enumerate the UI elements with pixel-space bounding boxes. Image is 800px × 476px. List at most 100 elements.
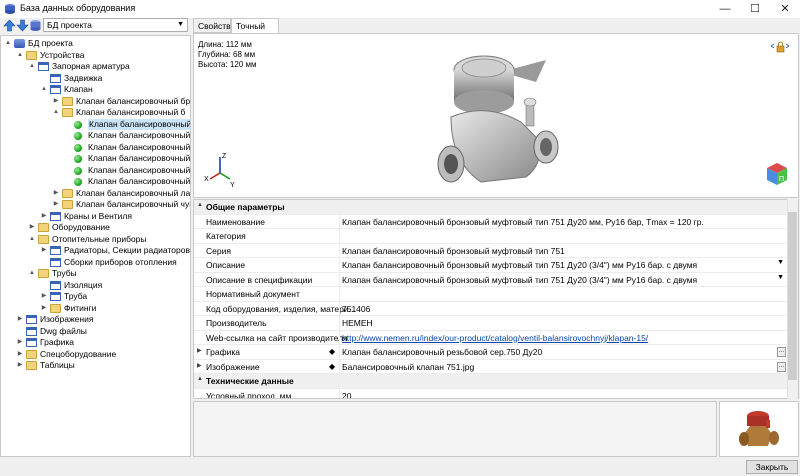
tree-item-label: БД проекта	[28, 38, 73, 48]
column-divider	[339, 287, 340, 301]
collapsed-toggle-icon[interactable]: ▶	[52, 96, 60, 107]
collapsed-toggle-icon[interactable]: ▶	[197, 362, 202, 369]
column-divider	[339, 345, 340, 359]
equipment-tree[interactable]: ▲ БД проекта ▲ Устройства ▲ Запорная арматура…	[0, 35, 191, 457]
browse-button[interactable]: ...	[777, 347, 786, 357]
arrow-down-icon[interactable]	[16, 19, 29, 32]
chevron-down-icon[interactable]: ▼	[777, 259, 784, 266]
property-row[interactable]: ▶ Изображение ◆ Балансировочный клапан 751.…	[194, 359, 788, 374]
collapsed-toggle-icon[interactable]: ▶	[16, 349, 24, 360]
tree-item-label: Dwg файлы	[40, 325, 87, 336]
column-divider	[339, 243, 340, 258]
property-row[interactable]: Web-ссылка на сайт производителя http://w…	[194, 330, 788, 345]
property-row[interactable]: Серия Клапан балансировочный бронзовый му…	[194, 243, 788, 258]
maximize-button[interactable]: ☐	[740, 0, 770, 18]
folder-icon	[38, 234, 49, 244]
chevron-down-icon: ▼	[177, 21, 184, 28]
table-icon	[50, 292, 61, 301]
manufacturer-link[interactable]: http://www.nemen.ru/index/our-product/ca…	[342, 333, 648, 343]
table-icon	[50, 257, 61, 267]
tree-item-label: Спецоборудование	[40, 348, 117, 359]
collapsed-toggle-icon[interactable]: ▶	[40, 211, 48, 222]
collapsed-toggle-icon[interactable]: ▶	[197, 347, 202, 354]
expanded-toggle-icon[interactable]: ▲	[28, 268, 36, 279]
property-row[interactable]: Нормативный документ	[194, 287, 788, 302]
item-dot-icon	[74, 132, 82, 140]
browse-button[interactable]: ...	[777, 361, 786, 372]
database-icon[interactable]	[29, 19, 42, 32]
expanded-toggle-icon[interactable]: ▲	[197, 376, 203, 382]
collapsed-toggle-icon[interactable]: ▶	[40, 303, 48, 314]
tree-item-label: Клапан балансировочный б	[88, 176, 191, 186]
3d-viewer[interactable]: Длина: 112 мм Глубина: 68 мм Высота: 120…	[193, 33, 799, 198]
property-value: Клапан балансировочный резьбовой сер.750…	[342, 347, 543, 357]
axis-z-label: Z	[222, 153, 227, 160]
expanded-toggle-icon[interactable]: ▲	[52, 107, 60, 118]
expanded-toggle-icon[interactable]: ▲	[197, 202, 203, 208]
property-value: Клапан балансировочный бронзовый муфтовы…	[342, 216, 704, 227]
tree-item-label: Изоляция	[64, 279, 103, 290]
column-divider	[339, 301, 340, 316]
property-row[interactable]: Описание в спецификации Клапан балансиров…	[194, 272, 788, 287]
tree-item-label: Краны и Вентиля	[64, 210, 132, 221]
property-name: Условный проход, мм	[206, 390, 292, 399]
view-cube-icon[interactable]: П	[764, 160, 790, 188]
chevron-down-icon[interactable]: ▼	[777, 274, 784, 281]
property-row[interactable]: Категория	[194, 229, 788, 244]
expanded-toggle-icon[interactable]: ▲	[16, 50, 24, 61]
property-row[interactable]: Условный проход, мм 20	[194, 388, 788, 399]
collapsed-toggle-icon[interactable]: ▶	[16, 337, 24, 348]
tab-properties[interactable]: Свойства	[193, 18, 235, 33]
column-divider	[339, 229, 340, 243]
tree-item-label: Клапан балансировочный латун	[76, 187, 191, 198]
tree-item-label: Фитинги	[64, 302, 97, 313]
arrow-up-icon[interactable]	[3, 19, 16, 32]
property-value: Клапан балансировочный бронзовый муфтовы…	[342, 245, 565, 256]
property-row[interactable]: Описание Клапан балансировочный бронзовый…	[194, 258, 788, 273]
property-name: Web-ссылка на сайт производителя	[206, 332, 348, 343]
lock-icon[interactable]	[770, 40, 790, 54]
collapsed-toggle-icon[interactable]: ▶	[52, 188, 60, 199]
collapsed-toggle-icon[interactable]: ▶	[28, 222, 36, 233]
property-grid[interactable]: ▲ Общие параметры Наименование Клапан балан…	[193, 199, 799, 399]
property-value: Клапан балансировочный бронзовый муфтовы…	[342, 260, 698, 270]
folder-icon	[62, 188, 73, 198]
property-name: Изображение	[206, 361, 260, 372]
collapsed-toggle-icon[interactable]: ▶	[40, 291, 48, 302]
item-dot-icon	[74, 178, 82, 186]
collapsed-toggle-icon[interactable]: ▶	[16, 314, 24, 325]
folder-icon	[26, 50, 37, 60]
property-row[interactable]: Наименование Клапан балансировочный бронз…	[194, 214, 788, 229]
property-name: Описание в спецификации	[206, 274, 313, 285]
expanded-toggle-icon[interactable]: ▲	[28, 234, 36, 245]
property-category[interactable]: ▲ Общие параметры	[194, 200, 788, 215]
tree-item-label: Устройства	[40, 49, 85, 60]
tree-item-label: Трубы	[52, 268, 77, 278]
property-row[interactable]: ▶ Графика ◆ Клапан балансировочный резьбово…	[194, 345, 788, 360]
tree-item-label: Оборудование	[52, 222, 110, 232]
tab-exact-view[interactable]: Точный вид	[231, 18, 279, 41]
scrollbar-thumb[interactable]	[788, 212, 797, 380]
folder-icon	[38, 269, 49, 278]
expanded-toggle-icon[interactable]: ▲	[40, 84, 48, 95]
collapsed-toggle-icon[interactable]: ▶	[52, 199, 60, 210]
tree-item-label: Труба	[64, 291, 88, 301]
minimize-button[interactable]: —	[710, 0, 740, 18]
tree-item-label: Изображения	[40, 314, 94, 324]
property-value: 751406	[342, 303, 371, 314]
dimension-depth: Глубина: 68 мм	[198, 50, 256, 59]
property-row[interactable]: Производитель HEMEH	[194, 316, 788, 331]
close-window-button[interactable]: ✕	[770, 0, 800, 18]
folder-icon	[26, 361, 37, 370]
property-row[interactable]: Код оборудования, изделия, матери... 7514…	[194, 301, 788, 316]
collapsed-toggle-icon[interactable]: ▶	[40, 245, 48, 256]
dimension-length: Длина: 112 мм	[198, 40, 252, 49]
collapsed-toggle-icon[interactable]: ▶	[16, 360, 24, 371]
property-category[interactable]: ▲ Технические данные	[194, 374, 788, 389]
expanded-toggle-icon[interactable]: ▲	[4, 38, 12, 49]
expanded-toggle-icon[interactable]: ▲	[28, 61, 36, 72]
tree-item-label: Сборки приборов отопления	[64, 256, 177, 267]
database-select[interactable]: БД проекта ▼	[43, 18, 188, 32]
tree-item-label: Клапан балансировочный б	[88, 118, 190, 130]
close-button[interactable]: Закрыть	[746, 460, 798, 474]
